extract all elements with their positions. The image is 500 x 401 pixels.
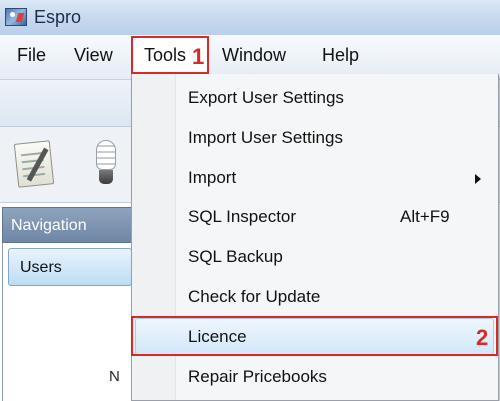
notepad-icon[interactable]: [13, 140, 55, 188]
menu-window[interactable]: Window: [222, 45, 286, 66]
shortcut-sql-inspector: Alt+F9: [400, 207, 450, 226]
menu-view[interactable]: View: [74, 45, 113, 66]
menu-item-sql-inspector[interactable]: SQL Inspector: [188, 207, 296, 227]
navigation-panel-border: [2, 243, 3, 401]
espro-window: Espro File View Window Help Navigation U…: [0, 0, 500, 401]
menu-item-import[interactable]: Import: [188, 168, 236, 188]
nav-partial-text: N: [109, 368, 120, 385]
title-bar: Espro: [0, 0, 500, 35]
menu-help[interactable]: Help: [322, 45, 359, 66]
navigation-header: Navigation: [2, 207, 132, 243]
submenu-arrow-icon: [475, 174, 481, 184]
menu-tools[interactable]: Tools: [144, 45, 186, 66]
nav-item-users-label: Users: [20, 259, 62, 276]
lightbulb-icon[interactable]: [92, 140, 120, 188]
step-1-marker: 1: [192, 44, 205, 69]
lightbulb-glass: [96, 140, 116, 170]
menu-item-repair-pricebooks[interactable]: Repair Pricebooks: [188, 367, 327, 387]
lightbulb-base: [99, 170, 113, 184]
licence-annotation-box: [131, 316, 498, 356]
menu-item-export-user-settings[interactable]: Export User Settings: [188, 88, 344, 108]
menu-item-check-for-update[interactable]: Check for Update: [188, 287, 320, 307]
menu-file[interactable]: File: [17, 45, 46, 66]
menu-item-import-user-settings[interactable]: Import User Settings: [188, 128, 343, 148]
nav-item-users[interactable]: Users: [8, 248, 132, 286]
window-title: Espro: [34, 7, 82, 27]
navigation-header-label: Navigation: [11, 217, 87, 234]
menu-item-sql-backup[interactable]: SQL Backup: [188, 247, 283, 267]
espro-app-icon: [5, 8, 27, 26]
step-2-marker: 2: [476, 325, 489, 350]
